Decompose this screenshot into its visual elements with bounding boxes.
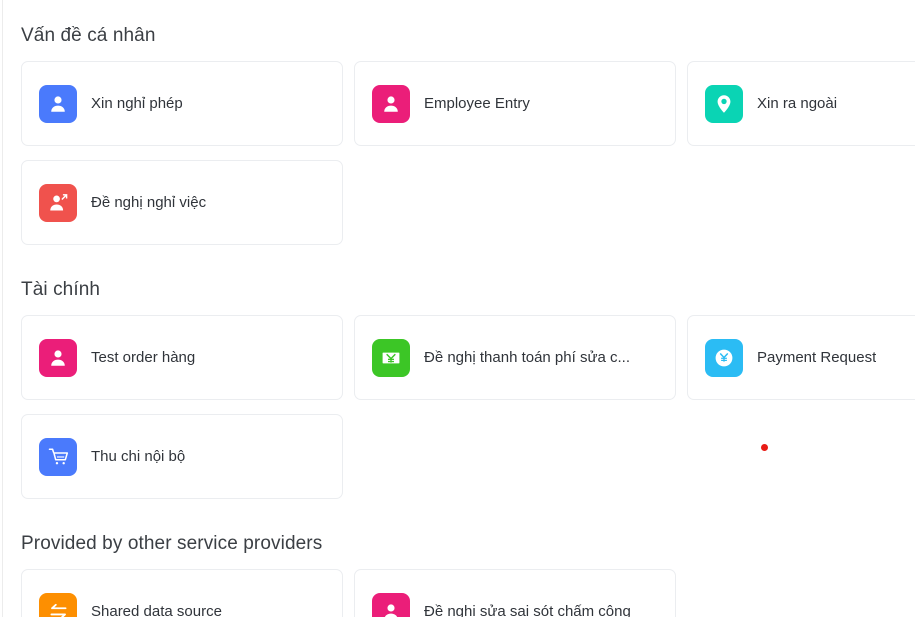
location-pin-icon [705,84,743,123]
service-card[interactable]: Test order hàng [21,315,343,400]
service-card-label: Đề nghị thanh toán phí sửa c... [424,348,631,366]
section-title: Provided by other service providers [21,533,323,554]
service-card-label: Payment Request [757,348,877,366]
service-card[interactable]: Đề nghị sửa sai sót chấm công [354,569,676,617]
person-icon [39,84,77,123]
service-card-label: Thu chi nội bộ [91,447,186,465]
person-exit-icon [39,183,77,222]
person-icon [39,338,77,377]
service-card-label: Xin nghỉ phép [91,94,183,112]
person-icon [372,592,410,617]
service-card[interactable]: Đề nghị nghỉ việc [21,160,343,245]
service-card[interactable]: Shared data source [21,569,343,617]
service-card-label: Shared data source [91,602,222,617]
service-card-label: Test order hàng [91,348,196,366]
app-root: Vấn đề cá nhân Xin nghỉ phép Employee Entr… [0,0,915,617]
section-other-service-providers: Provided by other service providers Share… [21,533,915,617]
card-grid: Test order hàng Đề nghị thanh toán phí sử… [21,315,915,499]
cursor-dot [761,444,768,451]
card-grid: Xin nghỉ phép Employee Entry Xin ra ngoài Đ… [21,61,915,245]
service-card-label: Xin ra ngoài [757,94,838,112]
section-title: Vấn đề cá nhân [21,25,156,46]
card-grid: Shared data source Đề nghị sửa sai sót ch… [21,569,915,617]
service-card[interactable]: Đề nghị thanh toán phí sửa c... [354,315,676,400]
yen-rect-icon [372,338,410,377]
service-card[interactable]: Xin ra ngoài [687,61,915,146]
swap-arrows-icon [39,592,77,617]
service-catalog: Vấn đề cá nhân Xin nghỉ phép Employee Entr… [0,0,915,617]
service-card[interactable]: Thu chi nội bộ [21,414,343,499]
service-card[interactable]: Payment Request [687,315,915,400]
yen-circle-icon [705,338,743,377]
service-card[interactable]: Xin nghỉ phép [21,61,343,146]
shopping-cart-icon [39,437,77,476]
service-card-label: Đề nghị sửa sai sót chấm công [424,602,631,617]
section-personal-matters: Vấn đề cá nhân Xin nghỉ phép Employee Entr… [21,25,915,245]
section-title: Tài chính [21,279,101,300]
service-card-label: Employee Entry [424,94,530,112]
person-icon [372,84,410,123]
service-card[interactable]: Employee Entry [354,61,676,146]
section-finance: Tài chính Test order hàng Đề nghị thanh to… [21,279,915,499]
service-card-label: Đề nghị nghỉ việc [91,193,207,211]
